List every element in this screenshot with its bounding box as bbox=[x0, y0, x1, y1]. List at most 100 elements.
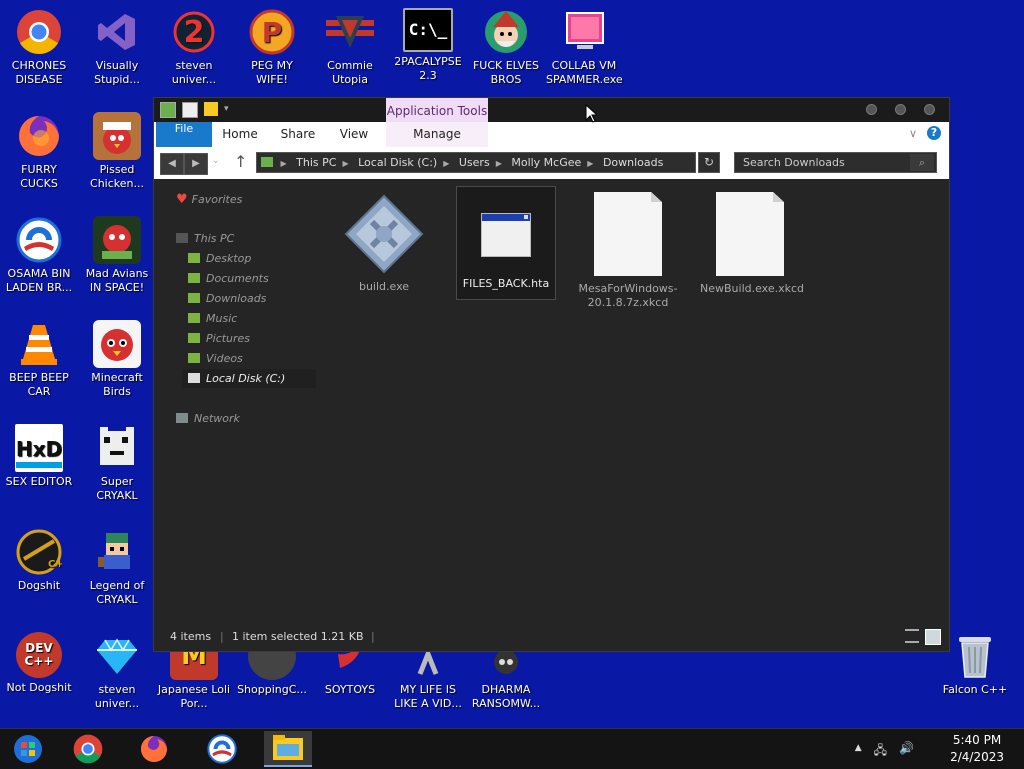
svg-text:2: 2 bbox=[184, 15, 205, 50]
start-button[interactable] bbox=[4, 731, 52, 767]
cpp-icon: C++ bbox=[15, 528, 63, 576]
network-icon bbox=[176, 413, 188, 423]
obama-logo-icon bbox=[15, 216, 63, 264]
file-item-newbuild[interactable]: NewBuild.exe.xkcd bbox=[700, 192, 804, 296]
chevron-up-icon[interactable]: ▲ bbox=[855, 741, 862, 762]
desktop-icon-peg[interactable]: P PEG MY WIFE! bbox=[232, 8, 312, 87]
breadcrumb-local-disk[interactable]: Local Disk (C:) bbox=[358, 156, 437, 169]
up-arrow-icon[interactable]: ↑ bbox=[234, 152, 247, 171]
file-item-build-exe[interactable]: build.exe bbox=[334, 192, 434, 294]
desktop-icon-furry[interactable]: FURRY CUCKS bbox=[0, 112, 79, 191]
file-item-files-back-hta[interactable]: FILES_BACK.hta bbox=[456, 186, 556, 300]
tab-home[interactable]: Home bbox=[214, 122, 266, 147]
desktop-icon-chrones[interactable]: CHRONES DISEASE bbox=[0, 8, 79, 87]
breadcrumb-user[interactable]: Molly McGee bbox=[511, 156, 581, 169]
clock-date: 2/4/2023 bbox=[950, 750, 1004, 764]
nav-item-pictures[interactable]: Pictures bbox=[188, 332, 250, 345]
desktop-icon-pissed-chicken[interactable]: Pissed Chicken... bbox=[77, 112, 157, 191]
nav-item-documents[interactable]: Documents bbox=[188, 272, 269, 285]
desktop-icon-beep-car[interactable]: BEEP BEEP CAR bbox=[0, 320, 79, 399]
search-box[interactable]: Search Downloads ⌕ bbox=[734, 152, 937, 173]
nav-item-local-disk[interactable]: Local Disk (C:) bbox=[182, 369, 316, 388]
desktop-icon-label: Japanese Loli Por... bbox=[157, 683, 231, 710]
desktop-icon-collab-vm[interactable]: COLLAB VM SPAMMER.exe bbox=[544, 8, 624, 87]
tab-file[interactable]: File bbox=[156, 122, 212, 147]
nav-item-this-pc[interactable]: This PC bbox=[176, 232, 234, 245]
tab-share[interactable]: Share bbox=[270, 122, 326, 147]
title-bar[interactable]: ▾ Application Tools bbox=[154, 98, 949, 122]
desktop-icon-sex-editor[interactable]: HxD SEX EDITOR bbox=[0, 424, 79, 489]
nav-item-label: Network bbox=[194, 412, 240, 425]
taskbar-firefox[interactable] bbox=[130, 731, 178, 767]
search-input[interactable]: Search Downloads bbox=[743, 156, 845, 169]
desktop-icon-super-cryakl[interactable]: Super CRYAKL bbox=[77, 424, 157, 503]
recent-locations-icon[interactable]: ⌄ bbox=[212, 156, 220, 166]
file-name: FILES_BACK.hta bbox=[462, 277, 550, 290]
tab-manage[interactable]: Manage bbox=[386, 122, 488, 147]
file-item-mesa[interactable]: MesaForWindows-20.1.8.7z.xkcd bbox=[578, 192, 678, 310]
taskbar-file-explorer[interactable] bbox=[264, 731, 312, 767]
address-bar[interactable]: ▶ This PC ▶ Local Disk (C:) ▶ Users ▶ Molly… bbox=[256, 152, 696, 173]
help-button[interactable]: ? bbox=[927, 126, 941, 140]
desktop-icon-elves[interactable]: FUCK ELVES BROS bbox=[466, 8, 546, 87]
chevron-right-icon: ▶ bbox=[587, 159, 594, 168]
firefox-icon bbox=[15, 112, 63, 160]
breadcrumb-users[interactable]: Users bbox=[459, 156, 490, 169]
desktop-icon-label: Falcon C++ bbox=[942, 683, 1008, 696]
maximize-button[interactable] bbox=[895, 104, 906, 115]
search-icon[interactable]: ⌕ bbox=[910, 154, 934, 171]
chevron-down-icon[interactable]: ▾ bbox=[224, 102, 232, 116]
breadcrumb-this-pc[interactable]: This PC bbox=[296, 156, 336, 169]
desktop-icon-2pacalypse[interactable]: C:\_ 2PACALYPSE 2.3 bbox=[388, 8, 468, 83]
system-tray: ▲ 🖧 🔊 bbox=[855, 741, 914, 762]
desktop-icon-visually-stupid[interactable]: Visually Stupid... bbox=[77, 8, 157, 87]
desktop-icon-label: Commie Utopia bbox=[327, 59, 373, 86]
nav-item-favorites[interactable]: ♥ Favorites bbox=[176, 192, 242, 207]
nav-item-desktop[interactable]: Desktop bbox=[188, 252, 251, 265]
forward-button[interactable]: ▶ bbox=[184, 153, 208, 175]
videos-folder-icon bbox=[188, 353, 200, 363]
close-button[interactable] bbox=[924, 104, 935, 115]
desktop-icon-legend-cryakl[interactable]: Legend of CRYAKL bbox=[77, 528, 157, 607]
desktop-icon-label: BEEP BEEP CAR bbox=[9, 371, 69, 398]
properties-icon[interactable] bbox=[182, 102, 198, 118]
desktop-icon-not-dogshit[interactable]: DEV C++ Not Dogshit bbox=[0, 632, 79, 695]
new-folder-icon[interactable] bbox=[204, 102, 218, 116]
tab-view[interactable]: View bbox=[328, 122, 380, 147]
details-view-icon[interactable] bbox=[905, 629, 919, 643]
expand-ribbon-icon[interactable]: ∨ bbox=[909, 127, 917, 140]
nav-item-music[interactable]: Music bbox=[188, 312, 237, 325]
nav-item-downloads[interactable]: Downloads bbox=[188, 292, 266, 305]
monitor-icon bbox=[560, 8, 608, 56]
taskbar: ▲ 🖧 🔊 5:40 PM 2/4/2023 bbox=[0, 728, 1024, 769]
volume-icon[interactable]: 🔊 bbox=[899, 741, 914, 762]
nav-item-network[interactable]: Network bbox=[176, 412, 240, 425]
diamond-icon bbox=[93, 632, 141, 680]
taskbar-obama-app[interactable] bbox=[198, 731, 246, 767]
desktop-icon-steven-universe-2[interactable]: steven univer... bbox=[77, 632, 157, 711]
desktop-icon-label: OSAMA BIN LADEN BR... bbox=[5, 267, 73, 294]
clock[interactable]: 5:40 PM 2/4/2023 bbox=[950, 732, 1004, 766]
desktop-icon-label: COLLAB VM SPAMMER.exe bbox=[546, 59, 623, 86]
desktop-icon-label: Legend of CRYAKL bbox=[89, 579, 145, 606]
large-icons-view-icon[interactable] bbox=[925, 629, 941, 645]
desktop-icon-osama[interactable]: OSAMA BIN LADEN BR... bbox=[0, 216, 79, 295]
desktop-icon-steven-universe[interactable]: 2 steven univer... bbox=[154, 8, 234, 87]
refresh-button[interactable]: ↻ bbox=[698, 152, 720, 173]
desktop-icon-minecraft-birds[interactable]: Minecraft Birds bbox=[77, 320, 157, 399]
clock-time: 5:40 PM bbox=[952, 733, 1002, 747]
minimize-button[interactable] bbox=[866, 104, 877, 115]
desktop-icon-dogshit[interactable]: C++ Dogshit bbox=[0, 528, 79, 593]
nav-item-videos[interactable]: Videos bbox=[188, 352, 243, 365]
ribbon-tabs: File Home Share View Manage ∨ ? bbox=[154, 122, 949, 148]
desktop-icon-mad-avians[interactable]: Mad Avians IN SPACE! bbox=[77, 216, 157, 295]
taskbar-chrome[interactable] bbox=[64, 731, 112, 767]
folder-icon[interactable] bbox=[160, 102, 176, 118]
desktop-icon-commie[interactable]: Commie Utopia bbox=[310, 8, 390, 87]
breadcrumb-downloads[interactable]: Downloads bbox=[603, 156, 663, 169]
back-button[interactable]: ◀ bbox=[160, 153, 184, 175]
computer-icon bbox=[261, 157, 273, 167]
network-icon[interactable]: 🖧 bbox=[874, 741, 887, 762]
pictures-folder-icon bbox=[188, 333, 200, 343]
svg-text:C++: C++ bbox=[48, 559, 62, 570]
